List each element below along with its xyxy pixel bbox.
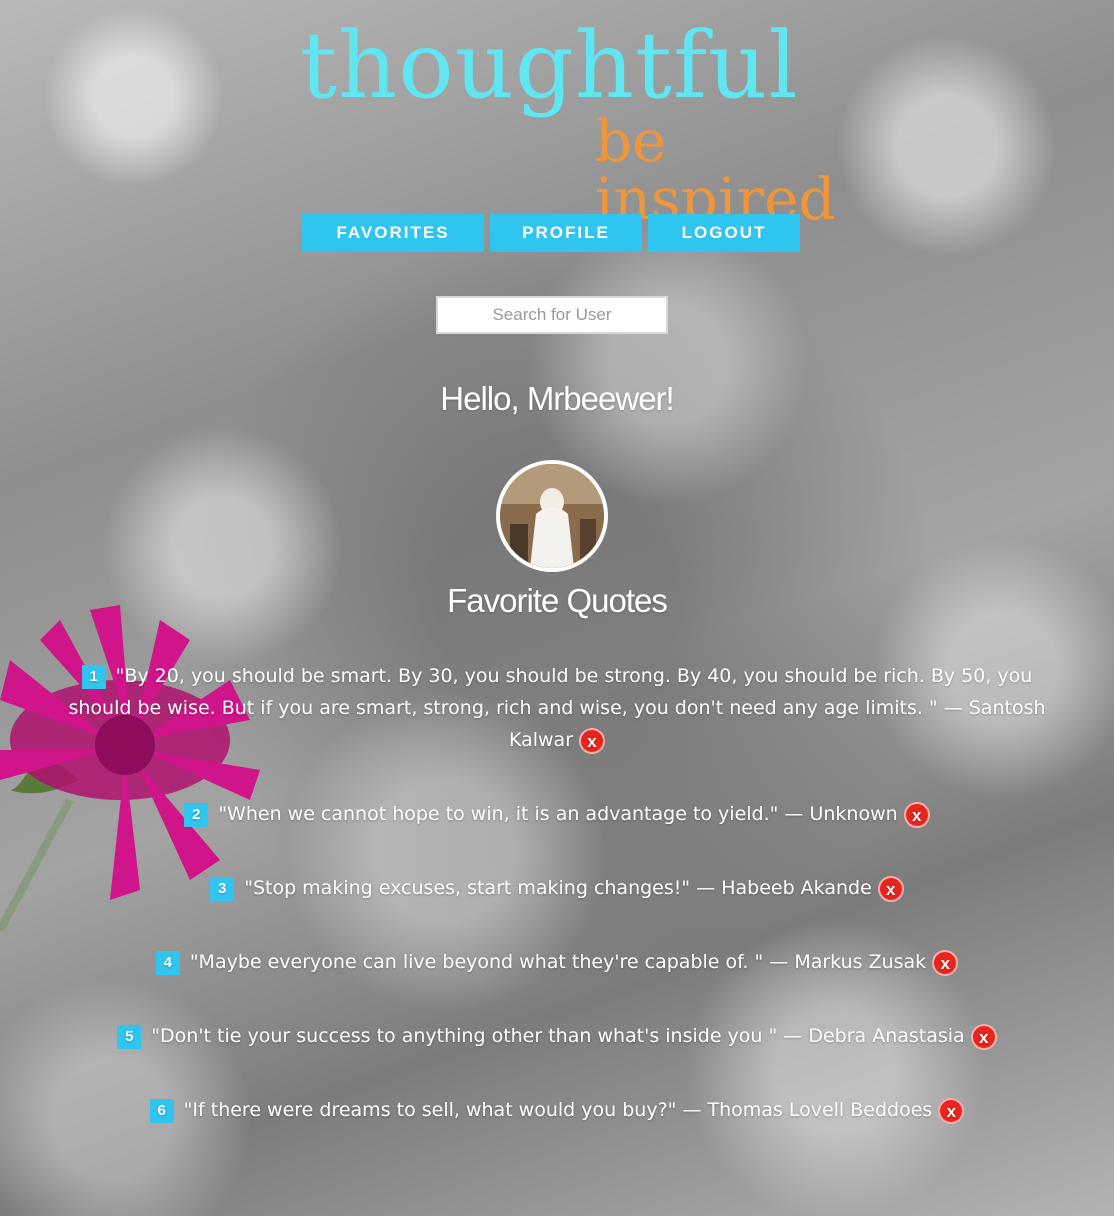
quote-number: 1 [81, 664, 106, 689]
delete-quote-button[interactable]: x [903, 801, 930, 828]
profile-button[interactable]: PROFILE [490, 214, 642, 252]
delete-quote-button[interactable]: x [932, 949, 959, 976]
quote-item: 4 "Maybe everyone can live beyond what th… [60, 946, 1054, 978]
logout-button[interactable]: LOGOUT [648, 214, 800, 252]
quote-number: 5 [117, 1024, 142, 1049]
quote-item: 3 "Stop making excuses, start making chan… [60, 872, 1054, 904]
greeting-heading: Hello, Mrbeewer! [440, 380, 674, 417]
main-nav: FAVORITES PROFILE LOGOUT [302, 214, 800, 252]
quote-text: "By 20, you should be smart. By 30, you … [68, 665, 1046, 751]
delete-quote-button[interactable]: x [579, 727, 606, 754]
favorite-quotes-heading: Favorite Quotes [447, 582, 668, 619]
quote-item: 6 "If there were dreams to sell, what wou… [60, 1094, 1054, 1126]
quote-text: "Maybe everyone can live beyond what the… [189, 951, 927, 973]
quote-list: 1 "By 20, you should be smart. By 30, you… [60, 660, 1054, 1168]
logo-title: thoughtful [300, 12, 799, 119]
quote-text: "Stop making excuses, start making chang… [244, 877, 872, 899]
delete-quote-button[interactable]: x [938, 1097, 965, 1124]
delete-quote-button[interactable]: x [877, 875, 904, 902]
logo-tagline: be inspired [595, 107, 836, 233]
quote-text: "Don't tie your success to anything othe… [151, 1025, 965, 1047]
quote-item: 2 "When we cannot hope to win, it is an a… [60, 798, 1054, 830]
app-logo[interactable]: thoughtful be inspired [300, 12, 920, 229]
quote-number: 2 [184, 802, 209, 827]
favorites-button[interactable]: FAVORITES [302, 214, 484, 252]
quote-number: 3 [210, 876, 235, 901]
quote-text: "When we cannot hope to win, it is an ad… [218, 803, 898, 825]
search-user-input[interactable] [436, 296, 668, 334]
quote-item: 1 "By 20, you should be smart. By 30, you… [60, 660, 1054, 756]
quote-number: 6 [149, 1098, 174, 1123]
quote-number: 4 [155, 950, 180, 975]
quote-item: 5 "Don't tie your success to anything oth… [60, 1020, 1054, 1052]
delete-quote-button[interactable]: x [970, 1023, 997, 1050]
quote-text: "If there were dreams to sell, what woul… [183, 1099, 933, 1121]
avatar [496, 460, 608, 572]
